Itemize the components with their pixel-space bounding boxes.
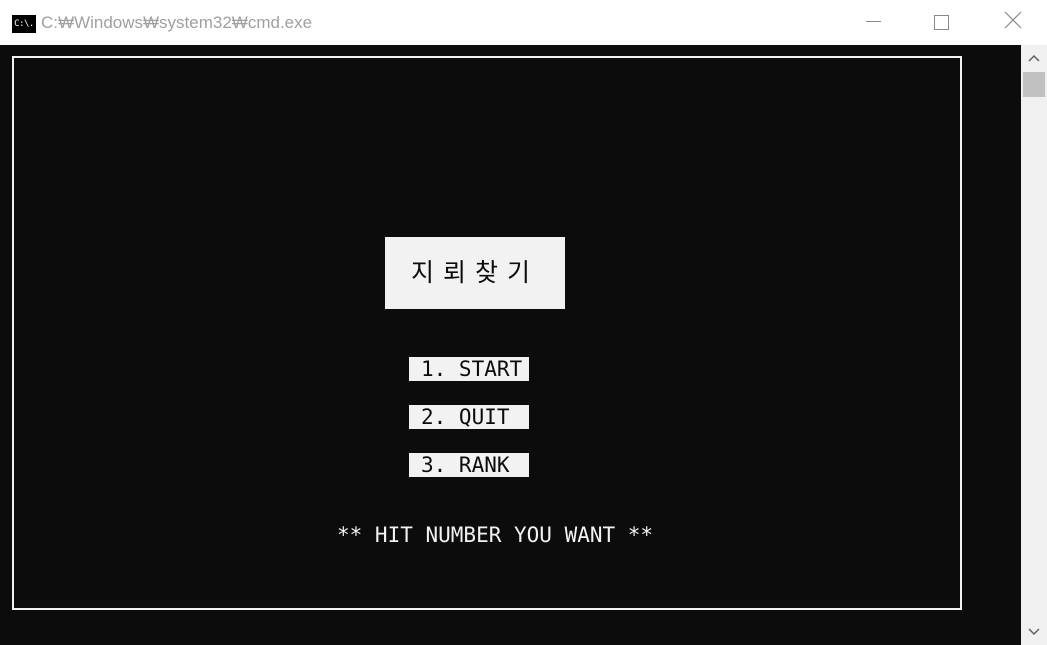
minimize-button[interactable] [850, 0, 896, 45]
close-icon [1004, 11, 1022, 29]
close-button[interactable] [990, 0, 1036, 45]
menu-item-rank[interactable]: 3. RANK [409, 453, 529, 477]
menu-item-start[interactable]: 1. START [409, 357, 529, 381]
maximize-icon [934, 15, 949, 30]
scroll-up-arrow-icon[interactable] [1026, 51, 1042, 67]
title-bar[interactable]: C:\. C:₩Windows₩system32₩cmd.exe [0, 0, 1047, 45]
minimize-icon [866, 21, 881, 22]
scroll-down-arrow-icon[interactable] [1026, 623, 1042, 639]
game-title: 지뢰찾기 [385, 237, 565, 309]
scrollbar-thumb[interactable] [1023, 72, 1045, 97]
input-prompt: ** HIT NUMBER YOU WANT ** [337, 523, 654, 547]
vertical-scrollbar[interactable] [1021, 45, 1047, 645]
cmd-icon: C:\. [12, 15, 36, 33]
maximize-button[interactable] [918, 0, 964, 45]
console-area[interactable]: 지뢰찾기 1. START 2. QUIT 3. RANK ** HIT NUM… [0, 45, 1021, 645]
cmd-window: C:\. C:₩Windows₩system32₩cmd.exe 지뢰찾기 1.… [0, 0, 1047, 645]
window-title: C:₩Windows₩system32₩cmd.exe [41, 13, 313, 32]
menu-item-quit[interactable]: 2. QUIT [409, 405, 529, 429]
